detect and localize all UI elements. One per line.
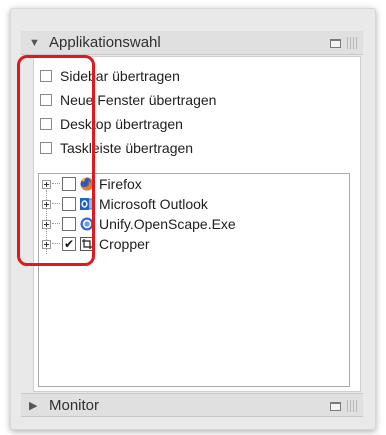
app-label: Firefox xyxy=(99,176,142,192)
cropper-icon xyxy=(80,237,94,251)
cropper-checkbox[interactable]: ✔ xyxy=(62,237,76,251)
option-label: Taskleiste übertragen xyxy=(60,140,194,156)
app-label: Unify.OpenScape.Exe xyxy=(99,216,236,232)
tree-connector xyxy=(52,183,60,185)
header-title: Applikationswahl xyxy=(49,34,161,51)
expand-plus-icon[interactable] xyxy=(42,179,51,189)
app-label: Cropper xyxy=(99,236,150,252)
openscape-checkbox[interactable] xyxy=(62,217,76,231)
option-label: Desktop übertragen xyxy=(60,116,183,132)
firefox-checkbox[interactable] xyxy=(62,177,76,191)
option-sidebar[interactable]: Sidebar übertragen xyxy=(40,66,180,86)
option-label: Sidebar übertragen xyxy=(60,68,180,84)
application-tree: Firefox Microsoft Outlook Unify.OpenScap… xyxy=(38,173,350,387)
outlook-checkbox[interactable] xyxy=(62,197,76,211)
monitor-header[interactable]: ▶ Monitor xyxy=(21,393,363,417)
expand-plus-icon[interactable] xyxy=(42,199,51,209)
expand-plus-icon[interactable] xyxy=(42,239,51,249)
app-label: Microsoft Outlook xyxy=(99,196,208,212)
new-window-checkbox[interactable] xyxy=(40,94,52,106)
triangle-down-icon[interactable]: ▼ xyxy=(29,37,43,49)
firefox-icon xyxy=(80,177,94,191)
sidebar-checkbox[interactable] xyxy=(40,70,52,82)
tree-connector xyxy=(52,243,60,245)
applikationswahl-header[interactable]: ▼ Applikationswahl xyxy=(21,31,363,55)
tree-item-outlook[interactable]: Microsoft Outlook xyxy=(42,194,208,214)
outlook-icon xyxy=(80,198,94,210)
applikationswahl-content: Sidebar übertragen Neue Fenster übertrag… xyxy=(33,56,361,392)
tree-item-cropper[interactable]: ✔ Cropper xyxy=(42,234,150,254)
tree-connector xyxy=(52,203,60,205)
option-new-window[interactable]: Neue Fenster übertragen xyxy=(40,90,216,110)
openscape-icon xyxy=(80,217,94,231)
tree-item-openscape[interactable]: Unify.OpenScape.Exe xyxy=(42,214,236,234)
minimize-icon[interactable] xyxy=(330,38,341,48)
taskbar-checkbox[interactable] xyxy=(40,142,52,154)
footer-title: Monitor xyxy=(49,396,100,414)
drag-grip-icon[interactable] xyxy=(347,37,357,49)
drag-grip-icon[interactable] xyxy=(347,400,357,412)
tree-connector xyxy=(52,223,60,225)
desktop-checkbox[interactable] xyxy=(40,118,52,130)
tree-item-firefox[interactable]: Firefox xyxy=(42,174,142,194)
option-taskbar[interactable]: Taskleiste übertragen xyxy=(40,138,193,158)
application-panel: ▼ Applikationswahl Sidebar übertragen Ne… xyxy=(10,8,376,430)
expand-plus-icon[interactable] xyxy=(42,219,51,229)
minimize-icon[interactable] xyxy=(330,401,341,411)
option-label: Neue Fenster übertragen xyxy=(60,92,217,108)
triangle-right-icon[interactable]: ▶ xyxy=(29,399,43,412)
option-desktop[interactable]: Desktop übertragen xyxy=(40,114,183,134)
